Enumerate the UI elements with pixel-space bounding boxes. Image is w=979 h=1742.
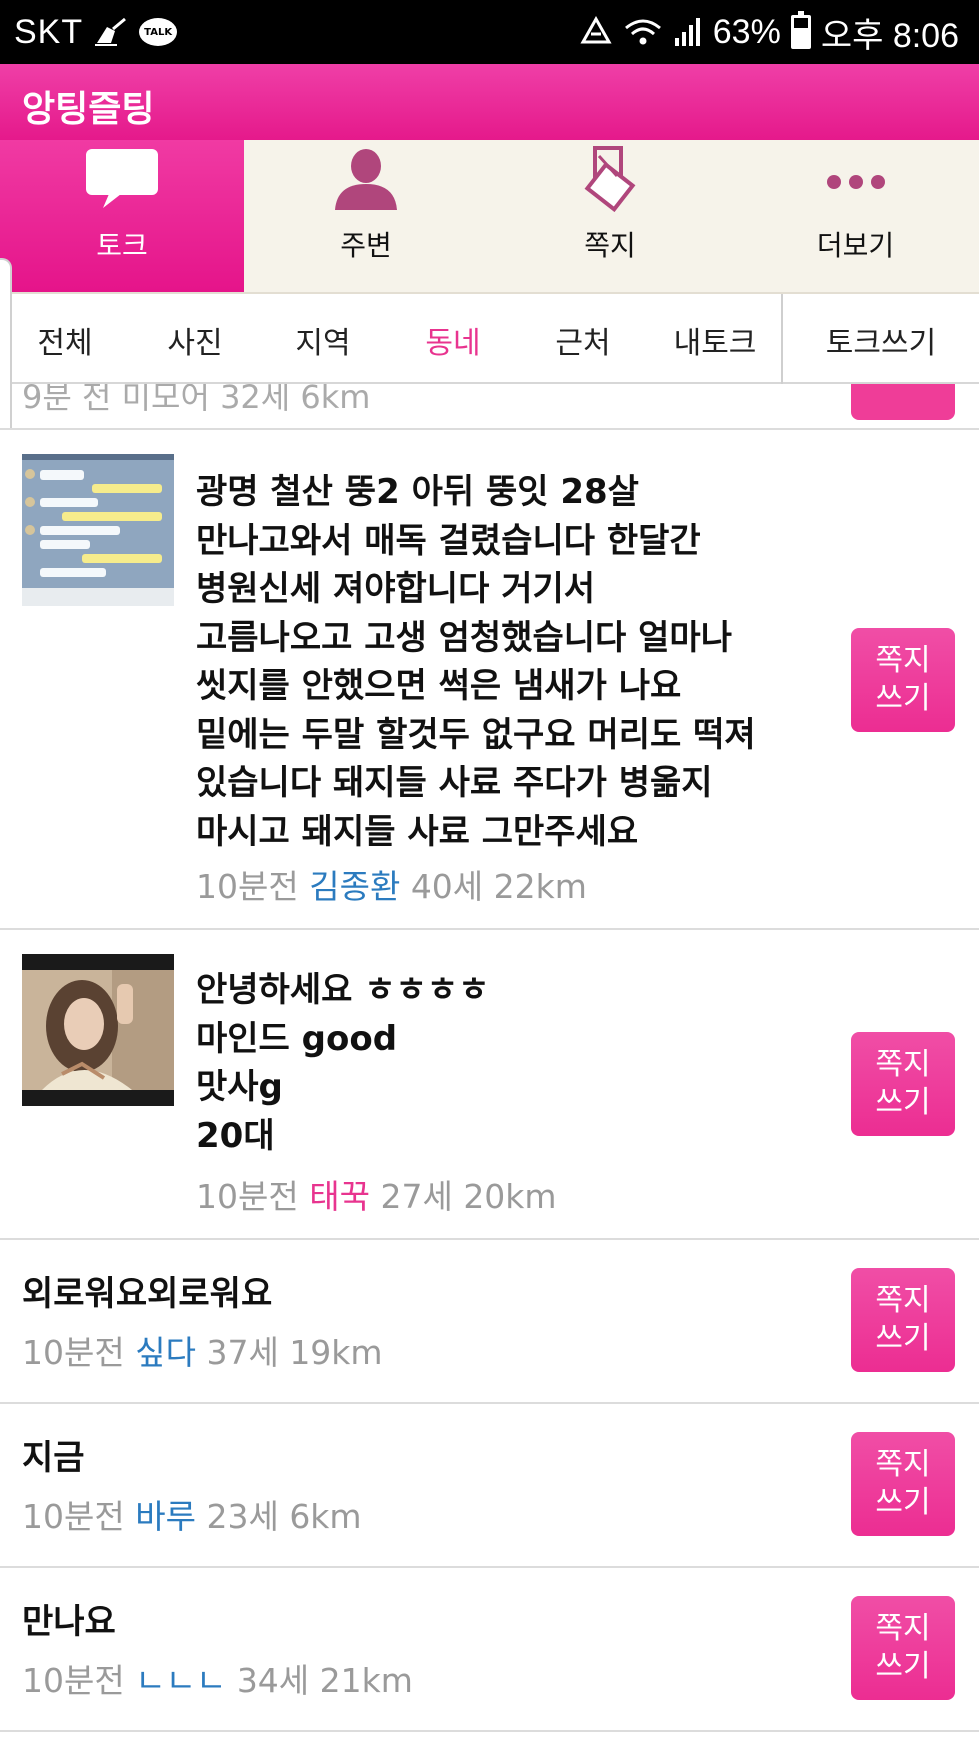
- cleaning-icon: [93, 17, 129, 47]
- list-item[interactable]: 광명 철산 뚱2 아뒤 뚱잇 28살 만나고와서 매독 걸렸습니다 한달간 병원…: [0, 430, 979, 930]
- send-note-button[interactable]: [851, 384, 955, 420]
- post-meta: 10분전 바루 23세 6km: [22, 1490, 362, 1538]
- tab-talk-label: 토크: [96, 229, 148, 262]
- post-text: 지금: [22, 1438, 85, 1478]
- post-time: 10분전: [22, 1497, 125, 1536]
- list-item[interactable]: 지금 10분전 바루 23세 6km 쪽지 쓰기: [0, 1404, 979, 1568]
- post-age: 34세: [236, 1661, 310, 1700]
- list-item[interactable]: 만나요 10분전 ㄴㄴㄴ 34세 21km 쪽지 쓰기: [0, 1568, 979, 1732]
- battery-percent: 63%: [712, 12, 781, 51]
- post-thumbnail[interactable]: [22, 454, 174, 606]
- post-nickname[interactable]: 김종환: [309, 867, 400, 906]
- post-nickname[interactable]: 태꾹: [309, 1177, 370, 1216]
- post-nickname[interactable]: 바루: [135, 1497, 196, 1536]
- list-item-partial[interactable]: 9분 전 미모어 32세 6km: [0, 384, 979, 430]
- subtab-all[interactable]: 전체: [10, 318, 120, 362]
- post-distance: 22km: [493, 867, 587, 906]
- list-item[interactable]: 안녕하세요 ㅎㅎㅎㅎ 마인드 good 맛사g 20대 10분전 태꾹 27세 …: [0, 930, 979, 1240]
- tab-nearby-label: 주변: [340, 229, 392, 262]
- recycle-icon: [579, 16, 613, 48]
- speech-bubble-icon: [83, 146, 161, 212]
- tab-notes[interactable]: 쪽지: [488, 140, 732, 292]
- send-note-button[interactable]: 쪽지 쓰기: [851, 1032, 955, 1136]
- post-text: 외로워요외로워요: [22, 1274, 273, 1314]
- post-meta: 10분전 김종환 40세 22km: [196, 860, 587, 908]
- battery-icon: [790, 11, 811, 49]
- post-distance: 20km: [463, 1177, 557, 1216]
- sub-tab-bar: 전체 사진 지역 동네 근처 내토크 토크쓰기: [0, 294, 979, 384]
- post-text: 안녕하세요 ㅎㅎㅎㅎ 마인드 good 맛사g 20대: [196, 970, 490, 1156]
- post-time: 10분전: [22, 1333, 125, 1372]
- subtab-my-talk[interactable]: 내토크: [660, 318, 770, 362]
- post-nickname[interactable]: ㄴㄴㄴ: [135, 1661, 226, 1700]
- app-title: 앙팅즐팅: [22, 89, 155, 130]
- tab-more[interactable]: 더보기: [732, 140, 979, 292]
- post-age: 23세: [206, 1497, 279, 1536]
- post-text: 광명 철산 뚱2 아뒤 뚱잇 28살 만나고와서 매독 걸렸습니다 한달간 병원…: [196, 472, 756, 852]
- post-nickname[interactable]: 싶다: [135, 1333, 196, 1372]
- post-meta: 10분전 ㄴㄴㄴ 34세 21km: [22, 1654, 413, 1702]
- tab-more-label: 더보기: [816, 229, 895, 262]
- post-time: 10분전: [22, 1661, 125, 1700]
- main-tab-bar: 토크 주변 쪽지 더보기: [0, 140, 979, 294]
- subtab-region[interactable]: 지역: [268, 318, 378, 362]
- list-item[interactable]: 외로워요외로워요 10분전 싶다 37세 19km 쪽지 쓰기: [0, 1240, 979, 1404]
- more-dots-icon: [817, 146, 895, 212]
- post-time: 10분전: [196, 867, 299, 906]
- post-distance: 6km: [289, 1497, 362, 1536]
- post-age: 40세: [410, 867, 484, 906]
- note-icon: [571, 146, 649, 212]
- subtab-neighborhood[interactable]: 동네: [398, 318, 508, 362]
- post-time: 10분전: [196, 1177, 299, 1216]
- post-meta: 9분 전 미모어 32세 6km: [22, 384, 371, 416]
- status-bar: SKT TALK 63% 오후 8:06: [0, 0, 979, 64]
- kakaotalk-icon: TALK: [139, 18, 178, 46]
- tab-talk[interactable]: 토크: [0, 140, 244, 292]
- send-note-button[interactable]: 쪽지 쓰기: [851, 1596, 955, 1700]
- send-note-button[interactable]: 쪽지 쓰기: [851, 1432, 955, 1536]
- post-distance: 21km: [319, 1661, 413, 1700]
- carrier-label: SKT: [14, 12, 84, 51]
- app-bar: 앙팅즐팅: [0, 64, 979, 140]
- tab-nearby[interactable]: 주변: [244, 140, 488, 292]
- signal-icon: [673, 16, 703, 48]
- post-age: 27세: [380, 1177, 453, 1216]
- send-note-button[interactable]: 쪽지 쓰기: [851, 628, 955, 732]
- post-thumbnail[interactable]: [22, 954, 174, 1106]
- tab-notes-label: 쪽지: [584, 229, 636, 262]
- subtab-photo[interactable]: 사진: [140, 318, 250, 362]
- post-meta: 10분전 싶다 37세 19km: [22, 1326, 383, 1374]
- post-meta: 10분전 태꾹 27세 20km: [196, 1170, 557, 1218]
- subtab-nearby[interactable]: 근처: [528, 318, 638, 362]
- wifi-icon: [623, 16, 663, 48]
- post-text: 만나요: [22, 1602, 116, 1642]
- send-note-button[interactable]: 쪽지 쓰기: [851, 1268, 955, 1372]
- post-age: 37세: [206, 1333, 279, 1372]
- clock: 오후 8:06: [820, 16, 959, 55]
- write-talk-button[interactable]: 토크쓰기: [783, 318, 979, 362]
- person-icon: [327, 146, 405, 212]
- post-distance: 19km: [289, 1333, 383, 1372]
